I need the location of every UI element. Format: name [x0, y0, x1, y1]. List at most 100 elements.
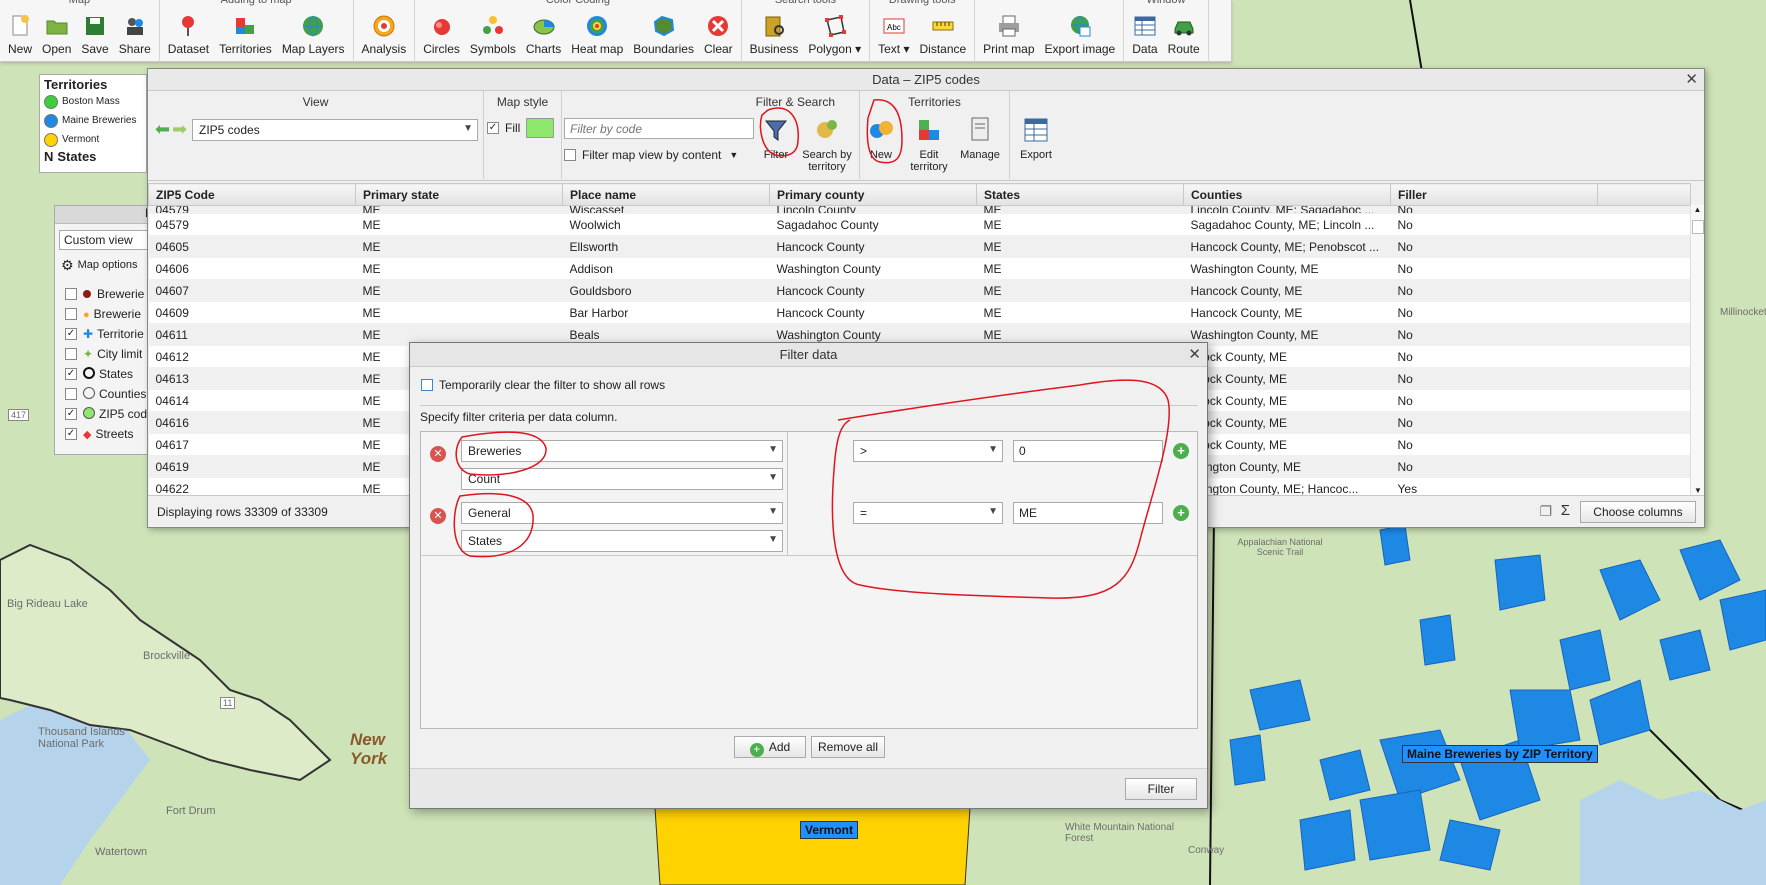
- table-cell: No: [1390, 257, 1598, 280]
- criteria-group-select[interactable]: General ▼: [461, 502, 783, 524]
- back-arrow-icon[interactable]: ⬅: [155, 119, 170, 140]
- criteria-operator-select[interactable]: = ▼: [853, 502, 1003, 524]
- data-button[interactable]: Data: [1127, 6, 1162, 56]
- remove-criteria-icon[interactable]: ✕: [430, 508, 446, 524]
- filter-map-view-checkbox[interactable]: Filter map view by content ▼: [564, 148, 738, 162]
- table-row[interactable]: 04606 ME Addison Washington County ME Washing…: [148, 257, 1691, 280]
- criteria-column-select[interactable]: States ▼: [461, 530, 783, 552]
- layer-item[interactable]: ✓ ✚ Territorie: [65, 324, 153, 344]
- fill-color-swatch[interactable]: [526, 118, 554, 138]
- table-row[interactable]: 04607 ME Gouldsboro Hancock County ME Hancock…: [148, 279, 1691, 302]
- layer-item[interactable]: ✓ States: [65, 364, 153, 384]
- analysis-button[interactable]: Analysis: [357, 6, 412, 56]
- map-layers-button[interactable]: Map Layers: [277, 6, 350, 56]
- filter-button[interactable]: Filter: [758, 115, 794, 161]
- column-header[interactable]: ZIP5 Code: [148, 183, 356, 206]
- business-button[interactable]: Business: [745, 6, 804, 56]
- add-value-icon[interactable]: +: [1173, 505, 1189, 521]
- criteria-column-select[interactable]: Count ▼: [461, 468, 783, 490]
- column-header[interactable]: Primary county: [769, 183, 977, 206]
- choose-columns-button[interactable]: Choose columns: [1580, 501, 1696, 523]
- new-territory-button[interactable]: New: [863, 115, 899, 161]
- criteria-operator-select[interactable]: > ▼: [853, 440, 1003, 462]
- polygon-button[interactable]: Polygon ▾: [803, 6, 866, 56]
- custom-view-select[interactable]: Custom view: [59, 230, 149, 250]
- layer-item[interactable]: ✓ ◆ Streets: [65, 424, 153, 444]
- export-image-button[interactable]: Export image: [1040, 6, 1121, 56]
- scroll-up-icon[interactable]: ▲: [1691, 205, 1704, 214]
- close-icon[interactable]: ✕: [1188, 343, 1201, 367]
- column-header[interactable]: Filler: [1390, 183, 1598, 206]
- open-button[interactable]: Open: [37, 6, 76, 56]
- route-button[interactable]: Route: [1163, 6, 1205, 56]
- remove-criteria-icon[interactable]: ✕: [430, 446, 446, 462]
- dataset-button[interactable]: Dataset: [163, 6, 214, 56]
- filter-by-code-input[interactable]: [564, 118, 754, 139]
- text-button[interactable]: Abc Text ▾: [873, 6, 914, 56]
- boundaries-button[interactable]: Boundaries: [628, 6, 699, 56]
- layer-item[interactable]: ✦ City limit: [65, 344, 153, 364]
- sigma-icon[interactable]: Σ: [1561, 502, 1570, 519]
- heat-map-button[interactable]: Heat map: [566, 6, 628, 56]
- data-window-title-bar[interactable]: Data – ZIP5 codes ✕: [148, 69, 1704, 91]
- checkbox-checked-icon[interactable]: ✓: [65, 368, 77, 380]
- add-criteria-button[interactable]: + Add: [734, 736, 806, 758]
- checkbox-unchecked-icon[interactable]: [65, 288, 77, 300]
- remove-all-button[interactable]: Remove all: [811, 736, 885, 758]
- apply-filter-button[interactable]: Filter: [1125, 778, 1197, 800]
- fill-checkbox[interactable]: ✓ Fill: [487, 121, 520, 135]
- circles-button[interactable]: Circles: [418, 6, 465, 56]
- criteria-value-input[interactable]: 0: [1013, 440, 1163, 462]
- checkbox-unchecked-icon[interactable]: [65, 388, 77, 400]
- criteria-value-input[interactable]: ME: [1013, 502, 1163, 524]
- new-button[interactable]: New: [3, 6, 37, 56]
- view-select[interactable]: ZIP5 codes ▼: [192, 119, 478, 141]
- table-row[interactable]: 04605 ME Ellsworth Hancock County ME Hancock …: [148, 235, 1691, 258]
- print-map-button[interactable]: Print map: [978, 6, 1039, 56]
- checkbox-checked-icon[interactable]: ✓: [65, 408, 77, 420]
- scroll-down-icon[interactable]: ▼: [1691, 486, 1705, 495]
- temp-clear-label: Temporarily clear the filter to show all…: [439, 378, 666, 392]
- copy-icon[interactable]: ❐: [1539, 503, 1552, 520]
- territories-button[interactable]: Territories: [214, 6, 277, 56]
- symbols-button[interactable]: Symbols: [465, 6, 521, 56]
- temp-clear-filter-checkbox[interactable]: Temporarily clear the filter to show all…: [421, 378, 665, 392]
- share-button[interactable]: Share: [114, 6, 156, 56]
- column-header[interactable]: Counties: [1183, 183, 1391, 206]
- vermont-territory-label[interactable]: Vermont: [800, 821, 859, 839]
- checkbox-checked-icon[interactable]: ✓: [65, 328, 77, 340]
- checkbox-unchecked-icon[interactable]: [65, 308, 77, 320]
- checkbox-unchecked-icon[interactable]: [65, 348, 77, 360]
- clear-button[interactable]: Clear: [699, 6, 738, 56]
- checkbox-checked-icon[interactable]: ✓: [65, 428, 77, 440]
- column-header[interactable]: Primary state: [355, 183, 563, 206]
- column-header[interactable]: States: [976, 183, 1184, 206]
- export-button[interactable]: Export: [1014, 115, 1058, 161]
- scroll-thumb[interactable]: [1692, 220, 1704, 234]
- grid-vertical-scrollbar[interactable]: ▲ ▼: [1690, 205, 1704, 495]
- layers-panel-header[interactable]: M: [55, 206, 155, 224]
- charts-button[interactable]: Charts: [521, 6, 566, 56]
- edit-territory-button[interactable]: Edit territory: [904, 115, 954, 173]
- manage-territories-button[interactable]: Manage: [956, 115, 1004, 161]
- table-row[interactable]: 04579 ME Woolwich Sagadahoc County ME Sagadah…: [148, 213, 1691, 236]
- forward-arrow-icon[interactable]: ➡: [172, 119, 187, 140]
- layer-item[interactable]: ● Brewerie: [65, 304, 153, 324]
- save-button[interactable]: Save: [76, 6, 113, 56]
- filter-dialog-title-bar[interactable]: Filter data ✕: [410, 343, 1207, 367]
- criteria-group-select[interactable]: Breweries ▼: [461, 440, 783, 462]
- layer-item[interactable]: Brewerie: [65, 284, 153, 304]
- distance-button[interactable]: Distance: [914, 6, 971, 56]
- search-by-territory-button[interactable]: Search by territory: [799, 115, 855, 173]
- map-options-button[interactable]: ⚙ Map options: [61, 256, 147, 274]
- layer-item[interactable]: Counties: [65, 384, 153, 404]
- close-icon[interactable]: ✕: [1685, 69, 1698, 91]
- table-row[interactable]: 04609 ME Bar Harbor Hancock County ME Hancock…: [148, 301, 1691, 324]
- add-value-icon[interactable]: +: [1173, 443, 1189, 459]
- ribbon-button-label: Export image: [1044, 42, 1116, 56]
- maine-breweries-territory-label[interactable]: Maine Breweries by ZIP Territory: [1402, 745, 1598, 763]
- layer-item[interactable]: ✓ ZIP5 cod: [65, 404, 153, 424]
- grid-header-row: ZIP5 Code Primary state Place name Prima…: [148, 183, 1691, 206]
- table-row[interactable]: 04579 ME Wiscasset Lincoln County ME Lincoln …: [148, 205, 1691, 214]
- column-header[interactable]: Place name: [562, 183, 770, 206]
